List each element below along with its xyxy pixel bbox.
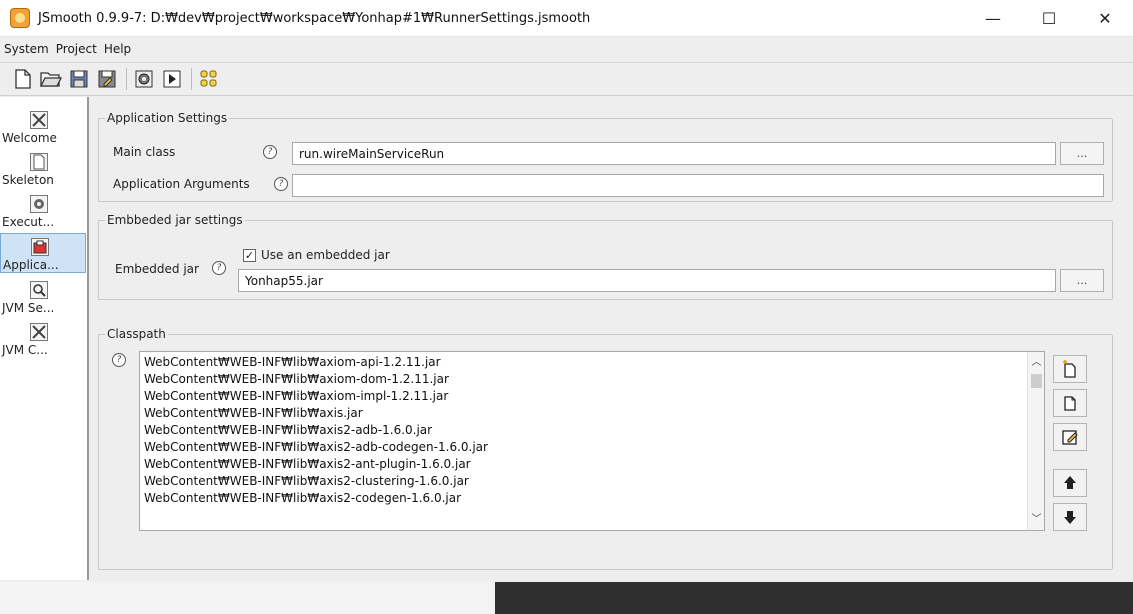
application-panel: Application Settings Main class ? ... Ap… (91, 97, 1133, 580)
help-icon[interactable]: ? (112, 353, 126, 367)
main-class-browse-button[interactable]: ... (1060, 142, 1104, 165)
executable-icon (30, 195, 48, 213)
group-legend: Embbeded jar settings (105, 213, 245, 227)
group-legend: Application Settings (105, 111, 230, 125)
nav-label: Skeleton (2, 173, 54, 187)
list-item[interactable]: WebContent₩WEB-INF₩lib₩axis.jar (140, 405, 1044, 422)
menu-bar: System Project Help (0, 38, 1133, 60)
move-up-button[interactable] (1053, 469, 1087, 497)
wizard-icon[interactable] (198, 68, 220, 90)
scroll-up-icon[interactable]: ︿ (1028, 354, 1044, 371)
jsmooth-window: JSmooth 0.9.9-7: D:₩dev₩project₩workspac… (0, 0, 1133, 614)
help-icon[interactable]: ? (263, 145, 277, 159)
move-down-button[interactable] (1053, 503, 1087, 531)
close-button[interactable]: ✕ (1077, 0, 1133, 37)
list-item[interactable]: WebContent₩WEB-INF₩lib₩axiom-impl-1.2.11… (140, 388, 1044, 405)
run-icon[interactable] (161, 68, 183, 90)
classpath-rows: WebContent₩WEB-INF₩lib₩axiom-api-1.2.11.… (140, 352, 1044, 507)
main-class-input[interactable] (292, 142, 1056, 165)
section-nav: Welcome Skeleton Execut... Applica... JV… (0, 97, 89, 580)
title-bar: JSmooth 0.9.9-7: D:₩dev₩project₩workspac… (0, 0, 1133, 37)
minimize-button[interactable]: — (965, 0, 1021, 37)
arrow-up-icon (1064, 476, 1076, 489)
nav-application[interactable]: Applica... (0, 233, 86, 273)
list-item[interactable]: WebContent₩WEB-INF₩lib₩axis2-adb-codegen… (140, 439, 1044, 456)
nav-label: Applica... (3, 258, 59, 272)
compile-icon[interactable] (133, 68, 155, 90)
menu-help[interactable]: Help (102, 40, 133, 58)
new-file-icon[interactable] (12, 68, 34, 90)
list-item[interactable]: WebContent₩WEB-INF₩lib₩axis2-clustering-… (140, 473, 1044, 490)
welcome-icon (30, 111, 48, 129)
file-icon (1064, 396, 1076, 411)
menu-project[interactable]: Project (54, 40, 99, 58)
remove-classpath-button[interactable] (1053, 389, 1087, 417)
add-classpath-button[interactable] (1053, 355, 1087, 383)
nav-label: Welcome (2, 131, 57, 145)
window-controls: — ☐ ✕ (965, 0, 1133, 37)
nav-jvm-configuration[interactable]: JVM C... (0, 319, 86, 357)
scroll-thumb[interactable] (1031, 374, 1042, 388)
background-area (495, 582, 1133, 614)
open-folder-icon[interactable] (40, 68, 62, 90)
classpath-list[interactable]: WebContent₩WEB-INF₩lib₩axiom-api-1.2.11.… (139, 351, 1045, 531)
main-class-label: Main class (113, 145, 176, 159)
nav-label: JVM C... (2, 343, 48, 357)
jvm-selection-icon (30, 281, 48, 299)
list-item[interactable]: WebContent₩WEB-INF₩lib₩axiom-dom-1.2.11.… (140, 371, 1044, 388)
embedded-jar-label: Embedded jar (115, 262, 199, 276)
embedded-jar-input[interactable] (238, 269, 1056, 292)
embedded-jar-browse-button[interactable]: ... (1060, 269, 1104, 292)
list-item[interactable]: WebContent₩WEB-INF₩lib₩axis2-codegen-1.6… (140, 490, 1044, 507)
scroll-down-icon[interactable]: ﹀ (1028, 511, 1044, 528)
nav-jvm-selection[interactable]: JVM Se... (0, 277, 86, 315)
jvm-configuration-icon (30, 323, 48, 341)
app-args-label: Application Arguments (113, 177, 250, 191)
application-icon (31, 238, 49, 256)
window-title: JSmooth 0.9.9-7: D:₩dev₩project₩workspac… (38, 10, 591, 26)
app-icon (10, 8, 30, 28)
toolbar-separator (191, 68, 192, 90)
background-area (0, 582, 495, 614)
skeleton-icon (30, 153, 48, 171)
help-icon[interactable]: ? (212, 261, 226, 275)
use-embedded-jar-checkbox[interactable]: ✓ (243, 249, 256, 262)
embedded-jar-group: Embbeded jar settings Embedded jar ? ✓ U… (98, 213, 1113, 300)
application-settings-group: Application Settings Main class ? ... Ap… (98, 111, 1113, 202)
list-item[interactable]: WebContent₩WEB-INF₩lib₩axis2-adb-1.6.0.j… (140, 422, 1044, 439)
edit-icon (1062, 430, 1078, 445)
nav-skeleton[interactable]: Skeleton (0, 149, 86, 187)
group-legend: Classpath (105, 327, 168, 341)
toolbar-separator (126, 68, 127, 90)
nav-welcome[interactable]: Welcome (0, 107, 86, 145)
help-icon[interactable]: ? (274, 177, 288, 191)
nav-label: JVM Se... (2, 301, 55, 315)
nav-executable[interactable]: Execut... (0, 191, 86, 229)
arrow-down-icon (1064, 511, 1076, 524)
add-file-icon (1063, 360, 1076, 378)
use-embedded-jar-label: Use an embedded jar (261, 248, 390, 262)
save-icon[interactable] (68, 68, 90, 90)
list-item[interactable]: WebContent₩WEB-INF₩lib₩axis2-ant-plugin-… (140, 456, 1044, 473)
save-as-icon[interactable] (96, 68, 118, 90)
nav-label: Execut... (2, 215, 55, 229)
edit-classpath-button[interactable] (1053, 423, 1087, 451)
app-args-input[interactable] (292, 174, 1104, 197)
toolbar (0, 62, 1133, 96)
classpath-scrollbar[interactable]: ︿ ﹀ (1027, 352, 1044, 530)
maximize-button[interactable]: ☐ (1021, 0, 1077, 37)
menu-system[interactable]: System (2, 40, 51, 58)
list-item[interactable]: WebContent₩WEB-INF₩lib₩axiom-api-1.2.11.… (140, 354, 1044, 371)
classpath-group: Classpath ? WebContent₩WEB-INF₩lib₩axiom… (98, 327, 1113, 570)
